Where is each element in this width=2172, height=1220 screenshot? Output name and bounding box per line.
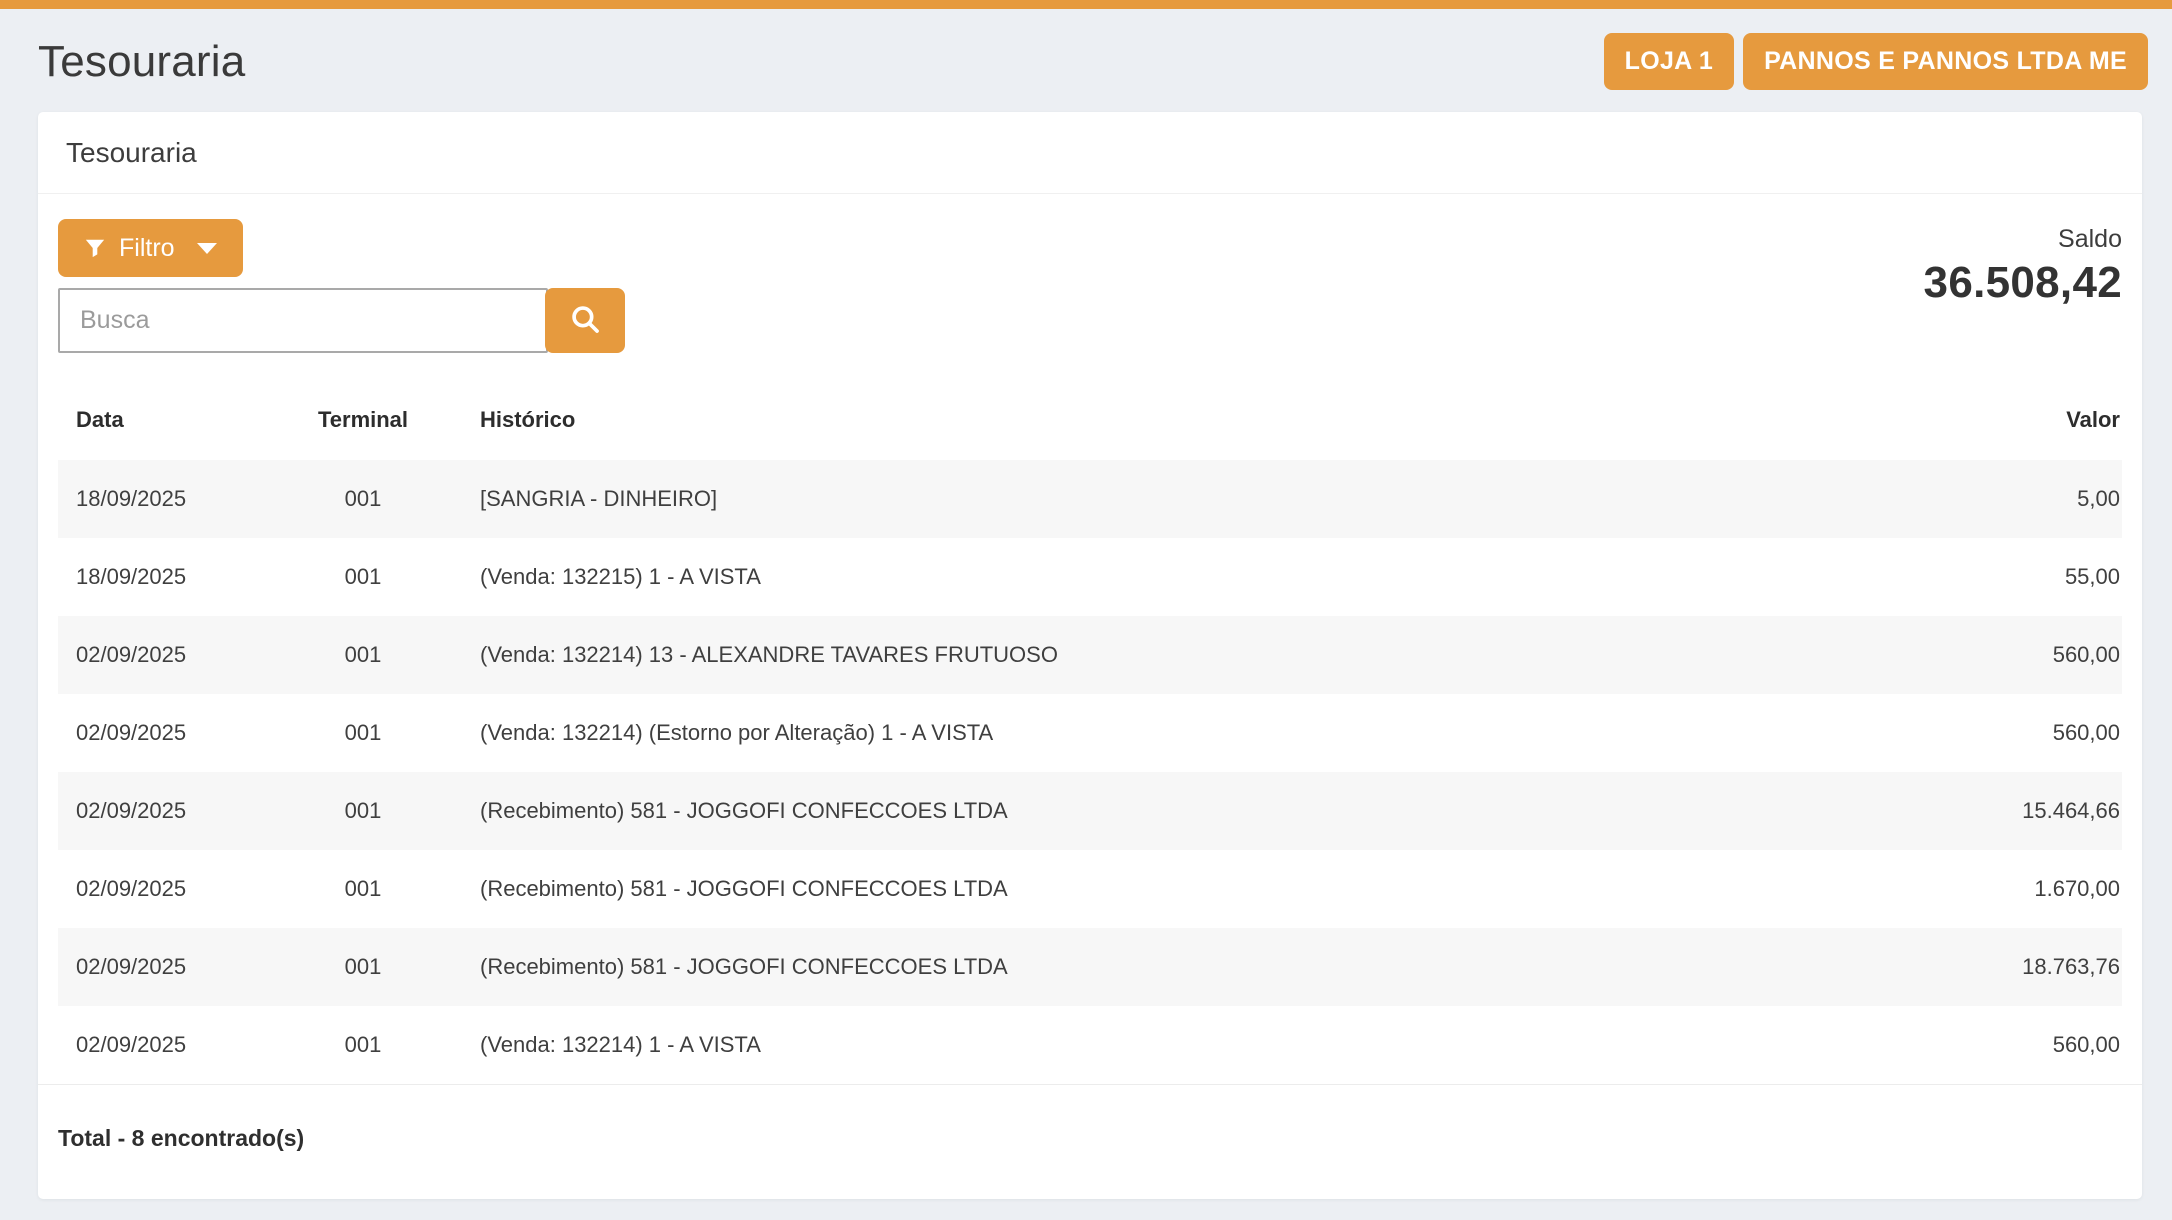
filter-button[interactable]: Filtro xyxy=(58,219,243,277)
cell-terminal: 001 xyxy=(288,850,438,928)
saldo-label: Saldo xyxy=(1924,225,2122,254)
filter-button-label: Filtro xyxy=(119,234,175,263)
store-badge[interactable]: LOJA 1 xyxy=(1604,33,1734,90)
table-row[interactable]: 18/09/2025001[SANGRIA - DINHEIRO]5,00 xyxy=(58,460,2122,538)
cell-data: 02/09/2025 xyxy=(58,850,288,928)
column-header-valor: Valor xyxy=(1888,383,2122,460)
cell-terminal: 001 xyxy=(288,460,438,538)
cell-data: 02/09/2025 xyxy=(58,772,288,850)
cell-terminal: 001 xyxy=(288,616,438,694)
card-title: Tesouraria xyxy=(38,112,2142,194)
cell-terminal: 001 xyxy=(288,1006,438,1084)
company-badge[interactable]: PANNOS E PANNOS LTDA ME xyxy=(1743,33,2148,90)
cell-data: 18/09/2025 xyxy=(58,460,288,538)
cell-data: 02/09/2025 xyxy=(58,694,288,772)
cell-historico: (Recebimento) 581 - JOGGOFI CONFECCOES L… xyxy=(438,850,1888,928)
page-header: Tesouraria LOJA 1 PANNOS E PANNOS LTDA M… xyxy=(0,9,2172,112)
cell-valor: 560,00 xyxy=(1888,616,2122,694)
search-row xyxy=(58,288,625,353)
cell-historico: (Recebimento) 581 - JOGGOFI CONFECCOES L… xyxy=(438,928,1888,1006)
cell-data: 02/09/2025 xyxy=(58,616,288,694)
cell-valor: 55,00 xyxy=(1888,538,2122,616)
badge-group: LOJA 1 PANNOS E PANNOS LTDA ME xyxy=(1604,33,2148,90)
caret-down-icon xyxy=(197,243,217,254)
top-accent-bar xyxy=(0,0,2172,9)
page-title: Tesouraria xyxy=(38,37,245,87)
cell-historico: (Recebimento) 581 - JOGGOFI CONFECCOES L… xyxy=(438,772,1888,850)
table-row[interactable]: 18/09/2025001(Venda: 132215) 1 - A VISTA… xyxy=(58,538,2122,616)
search-button[interactable] xyxy=(545,288,625,353)
cell-data: 02/09/2025 xyxy=(58,1006,288,1084)
cell-terminal: 001 xyxy=(288,694,438,772)
cell-data: 18/09/2025 xyxy=(58,538,288,616)
cell-terminal: 001 xyxy=(288,772,438,850)
column-header-terminal: Terminal xyxy=(288,383,438,460)
cell-valor: 560,00 xyxy=(1888,694,2122,772)
filter-search-group: Filtro xyxy=(58,219,625,353)
cell-terminal: 001 xyxy=(288,538,438,616)
cell-valor: 18.763,76 xyxy=(1888,928,2122,1006)
table-row[interactable]: 02/09/2025001(Recebimento) 581 - JOGGOFI… xyxy=(58,772,2122,850)
table-row[interactable]: 02/09/2025001(Venda: 132214) 1 - A VISTA… xyxy=(58,1006,2122,1084)
saldo-value: 36.508,42 xyxy=(1924,258,2122,308)
cell-valor: 15.464,66 xyxy=(1888,772,2122,850)
toolbar: Filtro Saldo xyxy=(58,219,2122,353)
cell-historico: (Venda: 132214) 13 - ALEXANDRE TAVARES F… xyxy=(438,616,1888,694)
cell-valor: 5,00 xyxy=(1888,460,2122,538)
table-header-row: Data Terminal Histórico Valor xyxy=(58,383,2122,460)
table-row[interactable]: 02/09/2025001(Venda: 132214) (Estorno po… xyxy=(58,694,2122,772)
column-header-data: Data xyxy=(58,383,288,460)
filter-funnel-icon xyxy=(84,237,106,259)
search-input[interactable] xyxy=(58,288,548,353)
transactions-table: Data Terminal Histórico Valor 18/09/2025… xyxy=(58,383,2122,1084)
saldo-block: Saldo 36.508,42 xyxy=(1924,225,2122,308)
results-total: Total - 8 encontrado(s) xyxy=(38,1084,2142,1199)
cell-historico: (Venda: 132214) 1 - A VISTA xyxy=(438,1006,1888,1084)
cell-valor: 560,00 xyxy=(1888,1006,2122,1084)
table-row[interactable]: 02/09/2025001(Venda: 132214) 13 - ALEXAN… xyxy=(58,616,2122,694)
cell-historico: (Venda: 132215) 1 - A VISTA xyxy=(438,538,1888,616)
cell-historico: (Venda: 132214) (Estorno por Alteração) … xyxy=(438,694,1888,772)
table-row[interactable]: 02/09/2025001(Recebimento) 581 - JOGGOFI… xyxy=(58,850,2122,928)
cell-historico: [SANGRIA - DINHEIRO] xyxy=(438,460,1888,538)
cell-data: 02/09/2025 xyxy=(58,928,288,1006)
table-body: 18/09/2025001[SANGRIA - DINHEIRO]5,0018/… xyxy=(58,460,2122,1084)
cell-valor: 1.670,00 xyxy=(1888,850,2122,928)
card-body: Filtro Saldo xyxy=(38,194,2142,1084)
column-header-historico: Histórico xyxy=(438,383,1888,460)
table-row[interactable]: 02/09/2025001(Recebimento) 581 - JOGGOFI… xyxy=(58,928,2122,1006)
cell-terminal: 001 xyxy=(288,928,438,1006)
magnifier-icon xyxy=(568,302,602,339)
tesouraria-card: Tesouraria Filtro xyxy=(38,112,2142,1199)
